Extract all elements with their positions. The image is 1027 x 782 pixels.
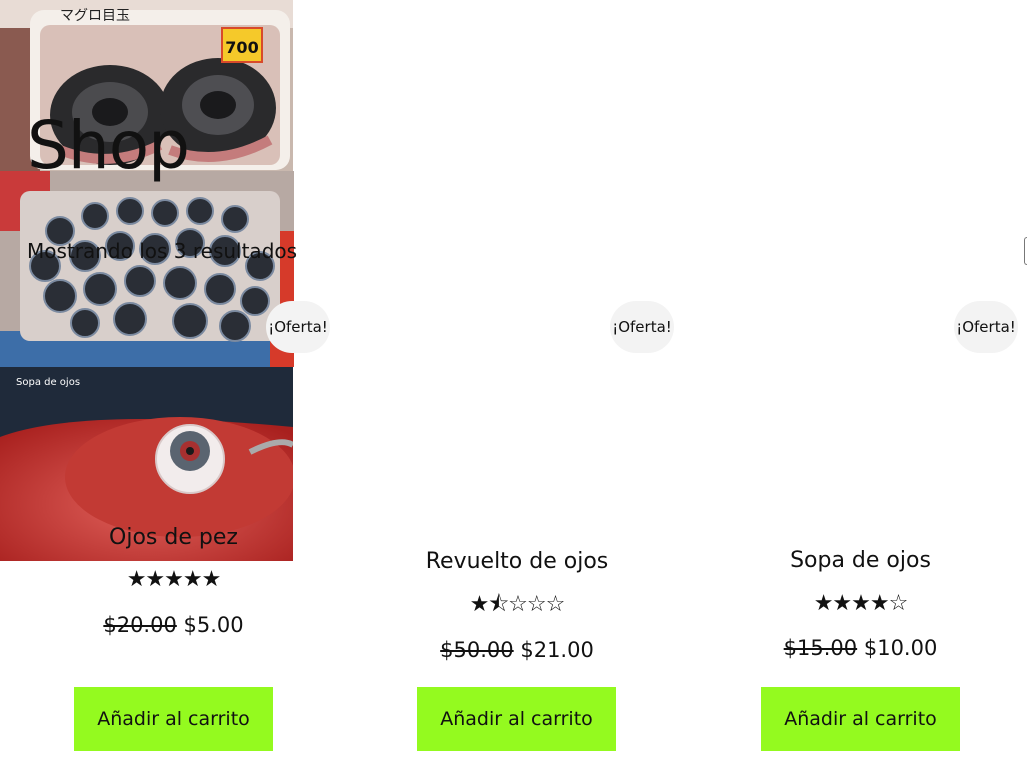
page-title: Shop bbox=[27, 107, 190, 184]
sale-badge: ¡Oferta! bbox=[954, 301, 1018, 353]
star-rating: ★★★★★ bbox=[126, 567, 222, 592]
price-new: $21.00 bbox=[520, 638, 594, 662]
product-title[interactable]: Sopa de ojos bbox=[714, 547, 1007, 575]
add-to-cart-button[interactable]: Añadir al carrito bbox=[761, 687, 960, 751]
price-new: $5.00 bbox=[183, 613, 244, 637]
sale-badge: ¡Oferta! bbox=[266, 301, 330, 353]
price: $50.00 $21.00 bbox=[370, 636, 664, 664]
product-card-revuelto-de-ojos: ¡Oferta! Revuelto de ojos ★⯪☆☆☆ $50.00 $… bbox=[0, 171, 1027, 751]
product-image[interactable] bbox=[0, 171, 294, 367]
price: $15.00 $10.00 bbox=[714, 634, 1007, 662]
price-old: $20.00 bbox=[103, 613, 177, 637]
image-price-tag: 700 bbox=[225, 38, 258, 57]
price-new: $10.00 bbox=[863, 636, 938, 660]
price-old: $50.00 bbox=[440, 638, 514, 662]
result-count: Mostrando los 3 resultados bbox=[27, 239, 298, 263]
price: $20.00 $5.00 bbox=[27, 611, 320, 639]
image-caption: Sopa de ojos bbox=[16, 377, 80, 388]
sale-badge: ¡Oferta! bbox=[610, 301, 674, 353]
star-rating: ★★★★☆ bbox=[813, 591, 909, 616]
star-rating: ★⯪☆☆☆ bbox=[469, 592, 566, 617]
product-title[interactable]: Revuelto de ojos bbox=[370, 548, 664, 576]
add-to-cart-button[interactable]: Añadir al carrito bbox=[74, 687, 273, 751]
image-label: マグロ目玉 bbox=[60, 8, 130, 24]
product-title[interactable]: Ojos de pez bbox=[27, 524, 320, 552]
add-to-cart-button[interactable]: Añadir al carrito bbox=[417, 687, 616, 751]
price-old: $15.00 bbox=[783, 636, 858, 660]
